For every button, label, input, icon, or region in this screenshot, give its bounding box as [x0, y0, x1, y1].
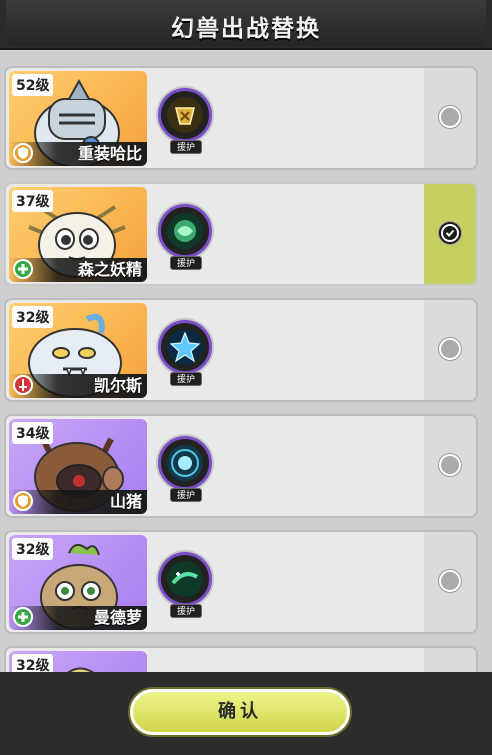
beast-level: 52级	[12, 74, 54, 96]
beast-card[interactable]: 32级	[4, 646, 478, 672]
radio-button[interactable]	[439, 338, 461, 360]
skill-tag: 援护	[170, 604, 202, 618]
beast-level: 32级	[12, 538, 54, 560]
skill-tag: 援护	[170, 488, 202, 502]
beast-portrait: 32级 凯尔斯	[9, 303, 147, 398]
beast-name: 山猪	[109, 492, 142, 511]
select-area[interactable]	[424, 648, 476, 672]
beast-card[interactable]: 37级 森之妖精 援护	[4, 182, 478, 286]
radio-button[interactable]	[439, 106, 461, 128]
beast-level: 34级	[12, 422, 54, 444]
replace-panel: 幻兽出战替换 52级 重装哈比 援护 37级 森之妖精 援护 32级 凯尔斯 援…	[0, 0, 492, 755]
beast-portrait: 52级 重装哈比	[9, 71, 147, 166]
header-bar: 幻兽出战替换	[0, 0, 492, 50]
select-area[interactable]	[424, 532, 476, 632]
beast-name: 曼德萝	[93, 608, 142, 627]
beast-card[interactable]: 34级 山猪 援护	[4, 414, 478, 518]
confirm-button[interactable]: 确认	[130, 689, 350, 735]
skill-tag: 援护	[170, 140, 202, 154]
beast-level: 32级	[12, 306, 54, 328]
skill-icon[interactable]	[158, 436, 212, 490]
shield-role-icon	[13, 491, 33, 511]
beast-level: 37级	[12, 190, 54, 212]
header-plate: 幻兽出战替换	[6, 0, 486, 46]
bottom-bar: 确认	[0, 672, 492, 755]
select-area[interactable]	[424, 300, 476, 400]
beast-list[interactable]: 52级 重装哈比 援护 37级 森之妖精 援护 32级 凯尔斯 援护 34级 山…	[0, 52, 492, 672]
shield-role-icon	[13, 143, 33, 163]
beast-name: 森之妖精	[77, 260, 142, 279]
beast-card[interactable]: 52级 重装哈比 援护	[4, 66, 478, 170]
radio-button[interactable]	[439, 454, 461, 476]
heal-role-icon	[13, 259, 33, 279]
check-icon	[443, 226, 457, 240]
radio-checked[interactable]	[439, 222, 461, 244]
beast-portrait: 32级 曼德萝	[9, 535, 147, 630]
beast-level: 32级	[12, 654, 54, 672]
page-title: 幻兽出战替换	[171, 16, 321, 42]
beast-card[interactable]: 32级 凯尔斯 援护	[4, 298, 478, 402]
beast-card[interactable]: 32级 曼德萝 援护	[4, 530, 478, 634]
skill-icon[interactable]	[158, 552, 212, 606]
beast-portrait: 34级 山猪	[9, 419, 147, 514]
skill-icon[interactable]	[158, 320, 212, 374]
beast-portrait: 37级 森之妖精	[9, 187, 147, 282]
beast-portrait: 32级	[9, 651, 147, 672]
heal-role-icon	[13, 607, 33, 627]
radio-button[interactable]	[439, 570, 461, 592]
sword-role-icon	[13, 375, 33, 395]
select-area[interactable]	[424, 416, 476, 516]
select-area[interactable]	[424, 68, 476, 168]
beast-name: 重装哈比	[77, 144, 142, 163]
skill-tag: 援护	[170, 372, 202, 386]
skill-icon[interactable]	[158, 88, 212, 142]
select-area[interactable]	[424, 184, 476, 284]
beast-name: 凯尔斯	[93, 376, 142, 395]
skill-icon[interactable]	[158, 204, 212, 258]
skill-tag: 援护	[170, 256, 202, 270]
